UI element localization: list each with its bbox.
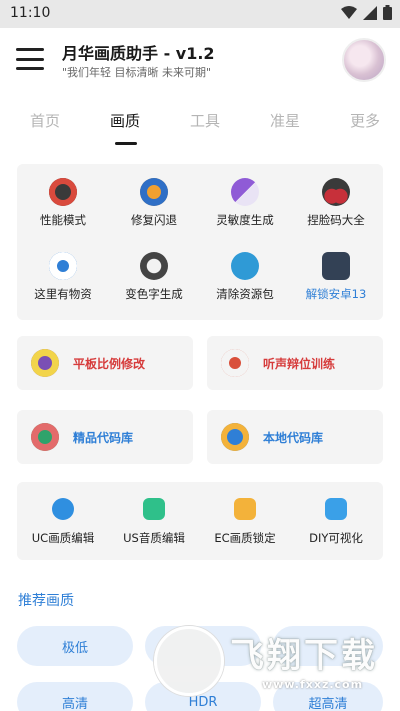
toggle-icon	[49, 252, 77, 280]
snowflake-icon	[231, 252, 259, 280]
feature-label: 变色字生成	[125, 287, 183, 301]
status-time: 11:10	[10, 5, 51, 21]
gameboy-icon	[31, 349, 59, 377]
feature-label: 解锁安卓13	[305, 287, 367, 301]
monitor-icon	[221, 423, 249, 451]
quick-action-label: 精品代码库	[73, 431, 134, 445]
wifi-icon	[341, 5, 357, 19]
editor-label: DIY可视化	[309, 531, 363, 545]
feature-performance-mode[interactable]: 性能模式	[17, 178, 109, 228]
test-tubes-icon	[31, 423, 59, 451]
feature-color-text[interactable]: 变色字生成	[108, 252, 200, 302]
phone-icon	[140, 178, 168, 206]
feature-supplies[interactable]: 这里有物资	[17, 252, 109, 302]
quality-option-lowest[interactable]: 极低	[17, 626, 133, 666]
feature-fix-crash[interactable]: 修复闪退	[108, 178, 200, 228]
feature-label: 这里有物资	[34, 287, 92, 301]
quick-action-label: 平板比例修改	[73, 357, 146, 371]
feature-label: 修复闪退	[131, 213, 177, 227]
editor-ec[interactable]: EC画质锁定	[199, 498, 291, 546]
feature-label: 灵敏度生成	[216, 213, 274, 227]
feature-grid: 性能模式 修复闪退 灵敏度生成 捏脸码大全 这里有物资 变色字生成 清除资源包 …	[17, 164, 383, 320]
menu-icon[interactable]	[16, 48, 44, 70]
tablet-ratio-card[interactable]: 平板比例修改	[17, 336, 193, 390]
quick-action-label: 本地代码库	[263, 431, 324, 445]
signal-icon	[363, 5, 377, 20]
watermark: 飞翔下载 www.fxxz.com	[150, 622, 388, 702]
watermark-logo-icon	[154, 626, 224, 696]
sushi-icon	[140, 252, 168, 280]
headset-icon	[143, 498, 165, 520]
tab-home[interactable]: 首页	[30, 110, 60, 131]
tab-tools[interactable]: 工具	[190, 110, 220, 131]
globe-icon	[52, 498, 74, 520]
avatar[interactable]	[342, 38, 386, 82]
feature-unlock-android[interactable]: 解锁安卓13	[290, 252, 382, 302]
feature-face-codes[interactable]: 捏脸码大全	[290, 178, 382, 228]
feature-label: 性能模式	[40, 213, 86, 227]
app-subtitle: "我们年轻 目标清晰 未来可期"	[62, 66, 212, 79]
watermark-url: www.fxxz.com	[262, 678, 364, 691]
laptop-icon	[322, 252, 350, 280]
feature-label: 清除资源包	[216, 287, 274, 301]
feature-clear-cache[interactable]: 清除资源包	[199, 252, 291, 302]
editor-label: UC画质编辑	[31, 531, 95, 545]
sound-training-card[interactable]: 听声辩位训练	[207, 336, 383, 390]
editor-us[interactable]: US音质编辑	[108, 498, 200, 546]
note-icon	[234, 498, 256, 520]
editor-label: US音质编辑	[123, 531, 185, 545]
tab-more[interactable]: 更多	[350, 110, 380, 131]
editor-label: EC画质锁定	[214, 531, 276, 545]
tab-bar: 首页 画质 工具 准星 更多	[0, 104, 400, 148]
tab-quality[interactable]: 画质	[110, 110, 140, 131]
tab-indicator	[115, 142, 137, 145]
premium-code-card[interactable]: 精品代码库	[17, 410, 193, 464]
tab-crosshair[interactable]: 准星	[270, 110, 300, 131]
recommend-title: 推荐画质	[18, 593, 74, 609]
watermark-title: 飞翔下载	[230, 636, 378, 676]
quick-action-label: 听声辩位训练	[263, 357, 336, 371]
status-bar: 11:10	[0, 0, 400, 28]
cherry-icon	[322, 178, 350, 206]
quality-option-hd[interactable]: 高清	[17, 682, 133, 711]
app-title: 月华画质助手 - v1.2	[62, 44, 215, 63]
puzzle-icon	[325, 498, 347, 520]
battery-icon	[383, 5, 392, 20]
app-header: 月华画质助手 - v1.2 "我们年轻 目标清晰 未来可期"	[0, 28, 400, 94]
local-code-card[interactable]: 本地代码库	[207, 410, 383, 464]
status-icons	[341, 5, 392, 20]
feature-sensitivity[interactable]: 灵敏度生成	[199, 178, 291, 228]
editor-uc[interactable]: UC画质编辑	[17, 498, 109, 546]
gauge-icon	[49, 178, 77, 206]
feature-label: 捏脸码大全	[307, 213, 365, 227]
editor-diy[interactable]: DIY可视化	[290, 498, 382, 546]
capsule-icon	[231, 178, 259, 206]
telescope-icon	[221, 349, 249, 377]
editor-tools: UC画质编辑 US音质编辑 EC画质锁定 DIY可视化	[17, 482, 383, 560]
